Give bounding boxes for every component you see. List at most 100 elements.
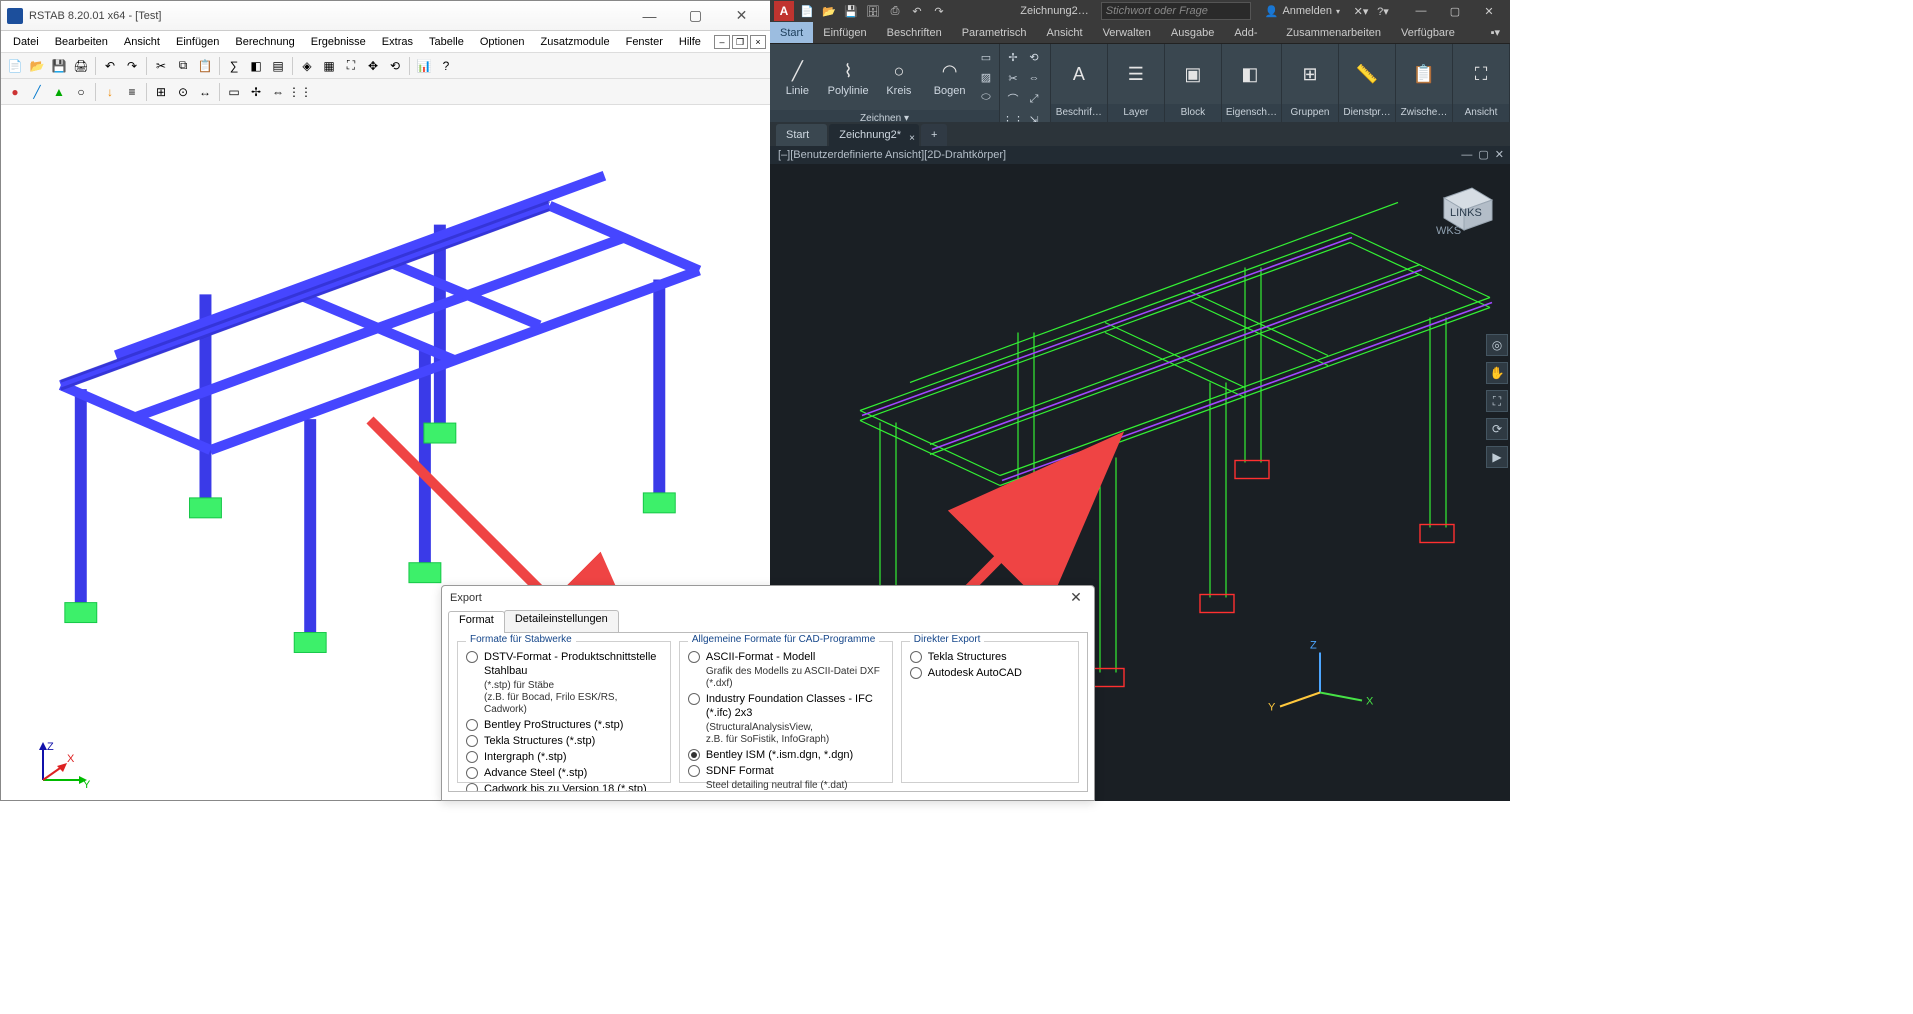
move-icon[interactable]: ✢ (246, 82, 266, 102)
tab-beschriften[interactable]: Beschriften (877, 22, 952, 43)
undo-icon[interactable]: ↶ (100, 56, 120, 76)
open-icon[interactable]: 📂 (820, 2, 838, 20)
loadcase-icon[interactable]: ≡ (122, 82, 142, 102)
array-icon[interactable]: ⋮⋮ (290, 82, 310, 102)
search-input[interactable]: Stichwort oder Frage eingeben (1101, 2, 1251, 20)
scale-icon[interactable]: ⤢ (1025, 90, 1043, 108)
login-icon[interactable]: 👤 (1265, 5, 1279, 18)
ansicht-button[interactable]: ⛶ (1457, 60, 1505, 88)
close-button[interactable]: ✕ (1472, 0, 1506, 22)
file-tab-drawing[interactable]: Zeichnung2*× (829, 124, 919, 146)
file-tab-add[interactable]: + (921, 124, 947, 146)
radio-option[interactable]: SDNF Format (688, 764, 884, 778)
panel-zwische-label[interactable]: Zwische… (1396, 104, 1452, 122)
rect-icon[interactable]: ▭ (977, 48, 995, 66)
menu-optionen[interactable]: Optionen (472, 34, 533, 50)
kreis-button[interactable]: ○Kreis (876, 57, 923, 97)
mirror-icon[interactable]: ⇔ (1025, 69, 1043, 87)
redo-icon[interactable]: ↷ (122, 56, 142, 76)
dienstpr-button[interactable]: 📏 (1343, 60, 1391, 88)
menu-fenster[interactable]: Fenster (618, 34, 671, 50)
menu-extras[interactable]: Extras (374, 34, 421, 50)
menu-zusatzmodule[interactable]: Zusatzmodule (533, 34, 618, 50)
radio-option[interactable]: Advance Steel (*.stp) (466, 766, 662, 780)
view-cube[interactable]: LINKS WKS (1432, 178, 1496, 236)
pan-icon[interactable]: ✥ (363, 56, 383, 76)
mdi-restore-button[interactable]: ❐ (732, 35, 748, 49)
radio-option[interactable]: Autodesk AutoCAD (910, 666, 1070, 680)
tab-start[interactable]: Start (770, 22, 813, 43)
tab-format[interactable]: Format (448, 611, 505, 633)
radio-icon[interactable] (688, 749, 700, 761)
maximize-button[interactable]: ▢ (673, 2, 718, 30)
eigenschaften-button[interactable]: ◧ (1226, 60, 1274, 88)
plot-icon[interactable]: ⎙ (886, 2, 904, 20)
support-icon[interactable]: ▲ (49, 82, 69, 102)
bogen-button[interactable]: ◠Bogen (926, 57, 973, 97)
mirror-icon[interactable]: ⇔ (268, 82, 288, 102)
new-icon[interactable]: 📄 (5, 56, 25, 76)
fillet-icon[interactable]: ⌒ (1004, 90, 1022, 108)
zoom-fit-icon[interactable]: ⛶ (341, 56, 361, 76)
radio-icon[interactable] (466, 751, 478, 763)
results-icon[interactable]: 📊 (414, 56, 434, 76)
tab-addins[interactable]: Add-ins (1224, 22, 1276, 43)
polylinie-button[interactable]: ⌇Polylinie (825, 57, 872, 97)
radio-option[interactable]: Cadwork bis zu Version 18 (*.stp) (466, 782, 662, 792)
help-icon[interactable]: ? (436, 56, 456, 76)
rotate-icon[interactable]: ⟲ (385, 56, 405, 76)
save-icon[interactable]: 💾 (842, 2, 860, 20)
select-icon[interactable]: ▭ (224, 82, 244, 102)
block-button[interactable]: ▣ (1169, 60, 1217, 88)
grid-icon[interactable]: ⊞ (151, 82, 171, 102)
mdi-close-button[interactable]: × (750, 35, 766, 49)
panel-layer-label[interactable]: Layer (1108, 104, 1164, 122)
view-iso-icon[interactable]: ◈ (297, 56, 317, 76)
maximize-button[interactable]: ▢ (1438, 0, 1472, 22)
menu-bearbeiten[interactable]: Bearbeiten (47, 34, 116, 50)
panel-ansicht-label[interactable]: Ansicht (1453, 104, 1509, 122)
save-icon[interactable]: 💾 (49, 56, 69, 76)
tab-more-icon[interactable]: ▪▾ (1481, 22, 1510, 43)
member-icon[interactable]: ╱ (27, 82, 47, 102)
snap-icon[interactable]: ⊙ (173, 82, 193, 102)
trim-icon[interactable]: ✂ (1004, 69, 1022, 87)
tab-verfuegbare[interactable]: Verfügbare Apps (1391, 22, 1481, 43)
radio-icon[interactable] (466, 719, 478, 731)
radio-option[interactable]: Tekla Structures (910, 650, 1070, 664)
radio-option[interactable]: Bentley ProStructures (*.stp) (466, 718, 662, 732)
autocad-logo-icon[interactable]: A (774, 1, 794, 21)
radio-icon[interactable] (688, 651, 700, 663)
minimize-button[interactable]: — (627, 2, 672, 30)
vp-maximize-icon[interactable]: ▢ (1478, 146, 1488, 164)
radio-icon[interactable] (688, 765, 700, 777)
menu-ergebnisse[interactable]: Ergebnisse (303, 34, 374, 50)
menu-ansicht[interactable]: Ansicht (116, 34, 168, 50)
panel-beschrif-label[interactable]: Beschrif… (1051, 104, 1107, 122)
radio-icon[interactable] (466, 783, 478, 792)
showmotion-icon[interactable]: ▶ (1486, 446, 1508, 468)
menu-datei[interactable]: Datei (5, 34, 47, 50)
copy-icon[interactable]: ⧉ (173, 56, 193, 76)
radio-icon[interactable] (466, 651, 478, 663)
undo-icon[interactable]: ↶ (908, 2, 926, 20)
radio-icon[interactable] (466, 735, 478, 747)
tab-ausgabe[interactable]: Ausgabe (1161, 22, 1224, 43)
viewport-header[interactable]: [–][Benutzerdefinierte Ansicht][2D-Draht… (770, 146, 1510, 164)
tab-detail[interactable]: Detaileinstellungen (504, 610, 619, 632)
mdi-minimize-button[interactable]: – (714, 35, 730, 49)
ellipse-icon[interactable]: ⬭ (977, 88, 995, 106)
layer-button[interactable]: ☰ (1112, 60, 1160, 88)
radio-option[interactable]: ASCII-Format - Modell (688, 650, 884, 664)
radio-option[interactable]: Tekla Structures (*.stp) (466, 734, 662, 748)
redo-icon[interactable]: ↷ (930, 2, 948, 20)
tab-einfuegen[interactable]: Einfügen (813, 22, 876, 43)
dimension-icon[interactable]: ↔ (195, 82, 215, 102)
close-button[interactable]: ✕ (719, 2, 764, 30)
menu-berechnung[interactable]: Berechnung (227, 34, 302, 50)
rotate-icon[interactable]: ⟲ (1025, 48, 1043, 66)
cut-icon[interactable]: ✂ (151, 56, 171, 76)
menu-hilfe[interactable]: Hilfe (671, 34, 709, 50)
radio-icon[interactable] (910, 651, 922, 663)
paste-icon[interactable]: 📋 (195, 56, 215, 76)
